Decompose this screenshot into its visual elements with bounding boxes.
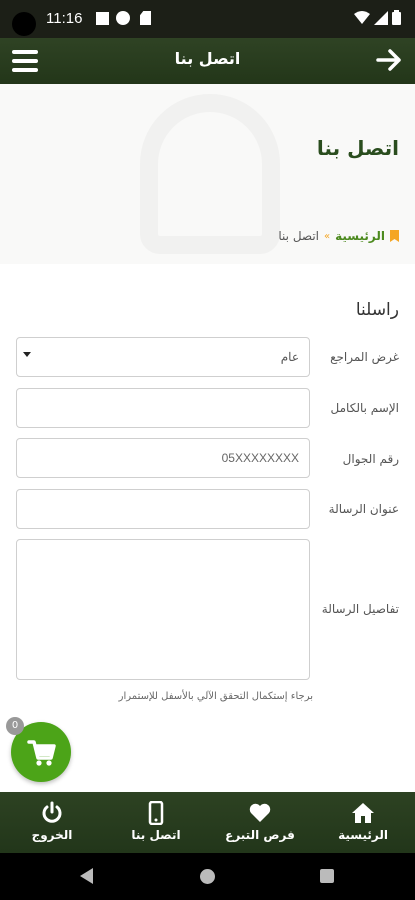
wifi-icon [354,10,370,24]
breadcrumb: الرئيسية » اتصل بنا [278,229,399,243]
arrow-right-icon[interactable] [375,46,403,74]
mobile-placeholder: 05XXXXXXXX [221,451,299,465]
system-nav-bar [0,853,415,900]
camera-cutout [12,12,36,36]
nav-logout-label: الخروج [31,828,73,842]
breadcrumb-current: اتصل بنا [278,229,319,243]
status-bar: 11:16 [0,0,415,38]
captcha-note: برجاء إستكمال التحقق الآلي بالأسفل للإست… [118,691,313,702]
program-select-value: عام [280,350,299,364]
nav-contact[interactable]: اتصل بنا [104,792,208,853]
signal-icon [374,10,388,25]
status-icons [354,10,401,25]
bookmark-icon [390,230,399,242]
heart-icon [249,803,271,822]
program-label: غرض المراجع [330,350,399,364]
nav-home-label: الرئيسية [338,828,388,842]
bottom-nav: الخروج اتصل بنا فرص التبرع الرئيسية [0,792,415,853]
mobile-label: رقم الجوال [342,452,399,466]
form-section-title: راسلنا [355,300,399,320]
page-title: اتصل بنا [316,136,399,160]
watermark-graphic [140,94,280,254]
subject-input[interactable] [16,489,310,529]
header-title: اتصل بنا [174,49,241,68]
nav-logout[interactable]: الخروج [0,792,104,853]
power-icon [42,801,62,823]
notification-circle-icon [116,11,130,25]
mobile-input[interactable]: 05XXXXXXXX [16,438,310,478]
cart-count-badge: 0 [6,717,24,735]
fullname-label: الإسم بالكامل [330,401,399,415]
nav-donation-opportunities[interactable]: فرص التبرع [208,792,312,853]
dropdown-arrow-icon [23,352,31,357]
nav-contact-label: اتصل بنا [131,828,181,842]
nav-home[interactable]: الرئيسية [311,792,415,853]
fullname-input[interactable] [16,388,310,428]
system-recents-icon[interactable] [320,869,334,883]
details-textarea[interactable] [16,539,310,680]
sd-card-icon [140,11,151,25]
notification-square-icon [96,12,109,25]
phone-icon [148,801,164,825]
nav-donation-label: فرص التبرع [225,828,295,842]
subject-label: عنوان الرسالة [328,502,399,516]
system-back-icon[interactable] [80,868,93,884]
breadcrumb-home-link[interactable]: الرئيسية [335,229,385,243]
system-home-icon[interactable] [200,869,215,884]
page-banner: اتصل بنا الرئيسية » اتصل بنا [0,84,415,264]
program-select[interactable]: عام [16,337,310,377]
breadcrumb-separator: » [324,230,331,242]
home-icon [352,803,374,823]
app-header: اتصل بنا [0,38,415,84]
status-time: 11:16 [46,10,83,27]
details-label: تفاصيل الرسالة [321,602,399,616]
battery-icon [392,10,401,25]
